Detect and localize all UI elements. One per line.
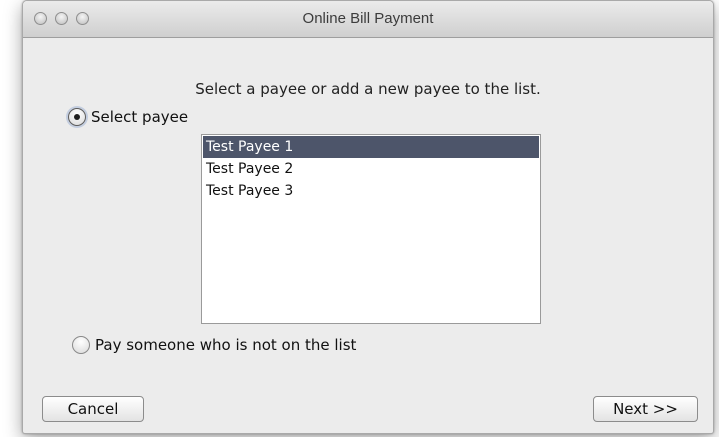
other-payee-label: Pay someone who is not on the list (95, 336, 357, 354)
window-title: Online Bill Payment (302, 10, 434, 27)
other-payee-radio[interactable] (72, 336, 90, 354)
select-payee-radio[interactable] (68, 108, 86, 126)
instruction-text: Select a payee or add a new payee to the… (195, 80, 541, 98)
payee-list[interactable]: Test Payee 1 Test Payee 2 Test Payee 3 (201, 134, 541, 324)
select-payee-label: Select payee (91, 108, 189, 126)
payee-list-item[interactable]: Test Payee 2 (203, 158, 539, 180)
bill-payment-window: Online Bill Payment Select a payee or ad… (22, 0, 714, 434)
payee-list-item[interactable]: Test Payee 3 (203, 180, 539, 202)
title-bar[interactable]: Online Bill Payment (23, 1, 713, 38)
next-button[interactable]: Next >> (593, 396, 698, 422)
payee-list-item[interactable]: Test Payee 1 (203, 136, 539, 158)
cancel-button[interactable]: Cancel (42, 396, 144, 422)
other-payee-option[interactable]: Pay someone who is not on the list (72, 336, 356, 354)
select-payee-option[interactable]: Select payee (68, 108, 188, 126)
